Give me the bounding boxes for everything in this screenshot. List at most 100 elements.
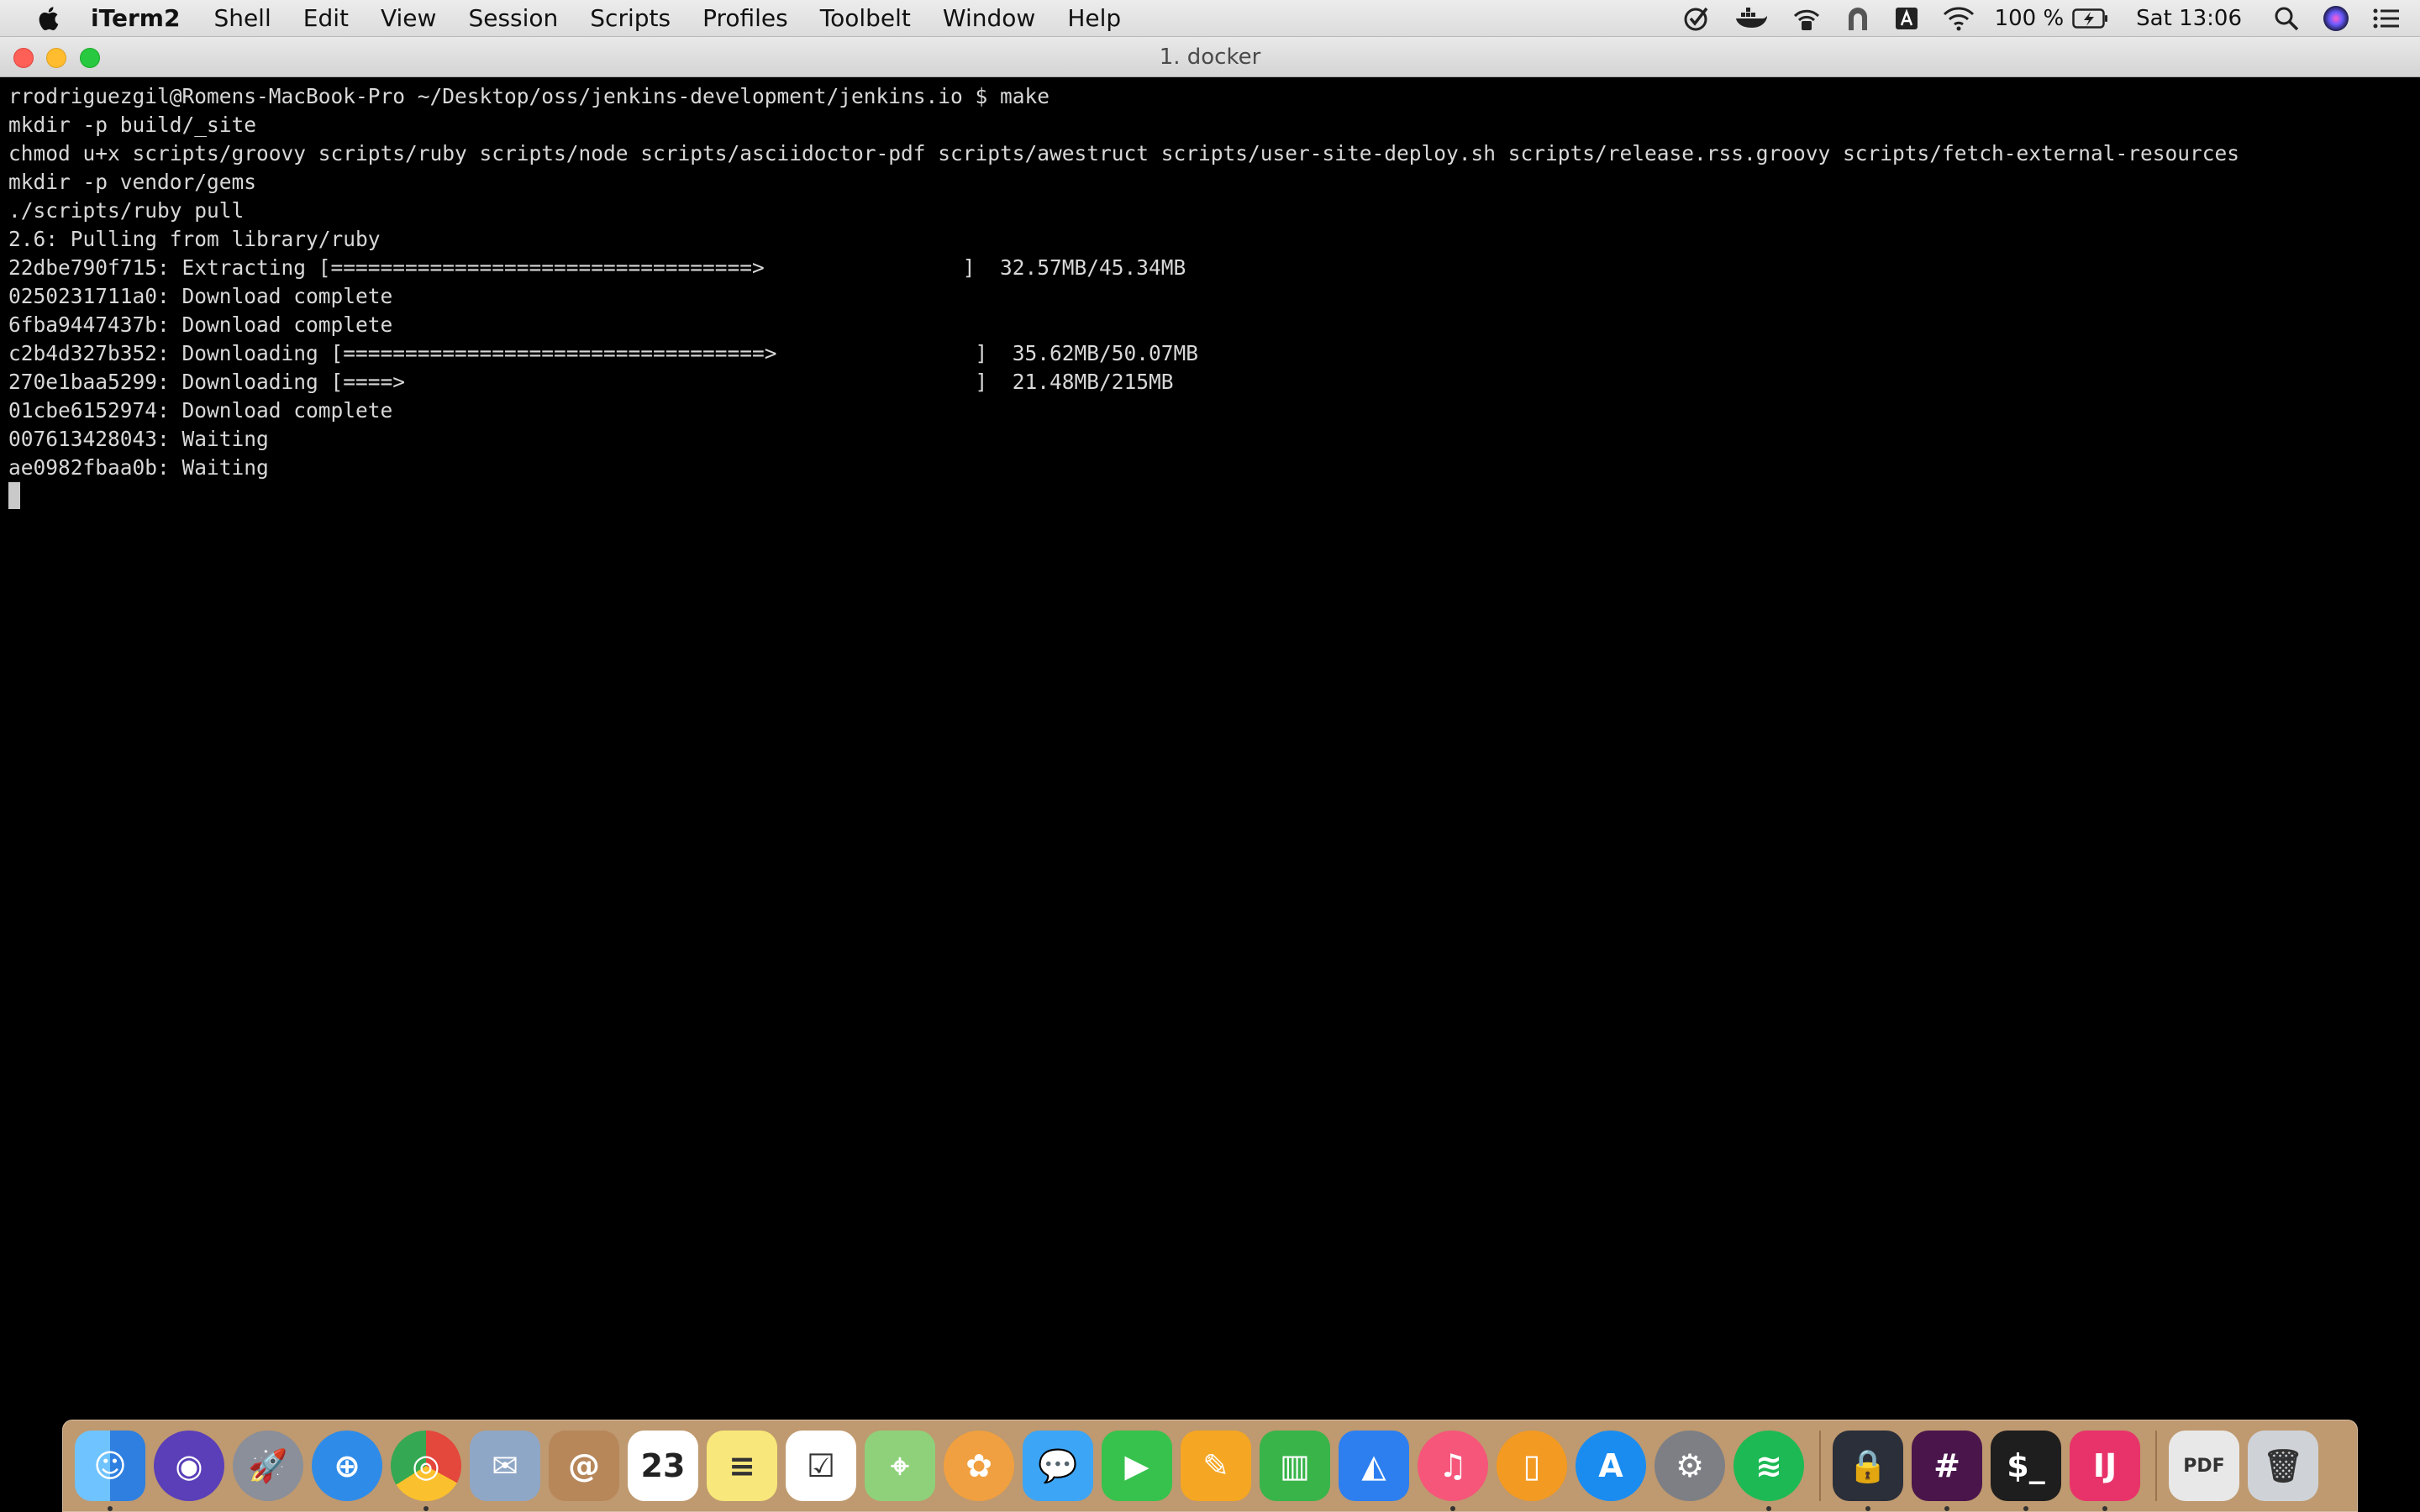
running-indicator: [1450, 1506, 1455, 1511]
running-indicator: [2102, 1506, 2107, 1511]
slack-glyph: #: [1933, 1447, 1960, 1484]
books-glyph: ▯: [1523, 1447, 1541, 1484]
menu-window[interactable]: Window: [943, 0, 1035, 37]
keynote-icon[interactable]: ◭: [1339, 1431, 1409, 1501]
contacts-glyph: @: [568, 1447, 600, 1484]
trash-icon[interactable]: 🗑: [2248, 1431, 2318, 1501]
intellij-icon[interactable]: IJ: [2070, 1431, 2140, 1511]
mail-stamp-icon[interactable]: ✉: [470, 1431, 540, 1501]
terminal-cursor: [8, 482, 20, 509]
terminal-glyph: $_: [2007, 1447, 2045, 1484]
terminal-line-layer-progress: 22dbe790f715: Extracting [==============…: [8, 255, 1186, 280]
menu-view[interactable]: View: [381, 0, 436, 37]
monitor-a-icon[interactable]: [1894, 0, 1919, 37]
terminal-icon[interactable]: $_: [1991, 1431, 2061, 1511]
terminal-line-layer-status: 6fba9447437b: Download complete: [8, 312, 393, 337]
menu-scripts[interactable]: Scripts: [590, 0, 671, 37]
contacts-icon[interactable]: @: [549, 1431, 619, 1501]
docker-whale-icon[interactable]: [1734, 0, 1768, 37]
terminal-line-layer-status: 0250231711a0: Download complete: [8, 284, 393, 308]
battery-percent[interactable]: 100 %: [1995, 6, 2065, 31]
facetime-glyph: ▶: [1124, 1447, 1150, 1484]
siri-icon[interactable]: ◉: [154, 1431, 224, 1501]
facetime-icon[interactable]: ▶: [1102, 1431, 1172, 1501]
siri-icon[interactable]: [2323, 0, 2349, 37]
terminal-line: 2.6: Pulling from library/ruby: [8, 227, 381, 251]
tunnel-icon[interactable]: [1845, 0, 1870, 37]
list-icon[interactable]: [2373, 0, 2400, 37]
apple-logo-icon[interactable]: [35, 4, 60, 33]
menu-bar: iTerm2 Shell Edit View Session Scripts P…: [0, 0, 2420, 37]
dock: ☺ ◉ 🚀 ⊕ ◎ ✉ @23 ≡ ☑ ⌖ ✿ 💬 ▶ ✎ ▥ ◭ ♫ ▯ A ⚙ ≋ 🔒 # $_ IJ PDF 🗑: [62, 1420, 2358, 1512]
search-icon[interactable]: [2274, 0, 2299, 37]
numbers-icon[interactable]: ▥: [1260, 1431, 1330, 1501]
books-icon[interactable]: ▯: [1497, 1431, 1567, 1501]
menu-edit[interactable]: Edit: [303, 0, 349, 37]
safari-icon[interactable]: ⊕: [312, 1431, 382, 1501]
menu-app-name[interactable]: iTerm2: [91, 0, 180, 37]
terminal-line-layer-status: 007613428043: Waiting: [8, 427, 269, 451]
menu-help[interactable]: Help: [1067, 0, 1121, 37]
window-title-bar: 1. docker: [0, 37, 2420, 77]
wifi-lock-app-glyph: 🔒: [1848, 1446, 1888, 1484]
safari-glyph: ⊕: [334, 1447, 360, 1484]
running-indicator: [1766, 1506, 1771, 1511]
menu-toolbelt[interactable]: Toolbelt: [820, 0, 911, 37]
menu-shell[interactable]: Shell: [213, 0, 271, 37]
battery-charging-icon[interactable]: [2072, 0, 2109, 37]
reminders-glyph: ☑: [806, 1447, 836, 1484]
terminal-output[interactable]: rrodriguezgil@Romens-MacBook-Pro ~/Deskt…: [0, 77, 2420, 1418]
siri-glyph: ◉: [175, 1447, 203, 1484]
terminal-line: mkdir -p vendor/gems: [8, 170, 257, 194]
mail-stamp-glyph: ✉: [492, 1447, 518, 1484]
itunes-glyph: ♫: [1438, 1447, 1468, 1484]
documents-stack-icon[interactable]: PDF: [2169, 1431, 2239, 1501]
running-indicator: [1865, 1506, 1870, 1511]
photos-icon[interactable]: ✿: [944, 1431, 1014, 1501]
checkmark-circle-icon[interactable]: [1682, 0, 1711, 37]
chrome-glyph: ◎: [412, 1447, 440, 1484]
menu-profiles[interactable]: Profiles: [702, 0, 788, 37]
calendar-icon[interactable]: 23: [628, 1431, 698, 1501]
messages-icon[interactable]: 💬: [1023, 1431, 1093, 1501]
wifi-lock-icon[interactable]: [1791, 0, 1822, 37]
system-preferences-glyph: ⚙: [1675, 1447, 1705, 1484]
keynote-glyph: ◭: [1361, 1447, 1386, 1484]
calendar-glyph: 23: [640, 1447, 686, 1484]
terminal-cursor-line[interactable]: [8, 482, 2412, 511]
terminal-line-layer-status: 01cbe6152974: Download complete: [8, 398, 393, 423]
wifi-icon[interactable]: [1943, 0, 1975, 37]
finder-icon[interactable]: ☺: [75, 1431, 145, 1511]
photos-glyph: ✿: [965, 1447, 992, 1484]
reminders-icon[interactable]: ☑: [786, 1431, 856, 1501]
window-title: 1. docker: [1159, 45, 1261, 70]
slack-icon[interactable]: #: [1912, 1431, 1982, 1511]
menu-session[interactable]: Session: [468, 0, 558, 37]
system-preferences-icon[interactable]: ⚙: [1655, 1431, 1725, 1501]
app-store-glyph: A: [1598, 1447, 1623, 1484]
running-indicator: [424, 1506, 429, 1511]
menubar-clock[interactable]: Sat 13:06: [2136, 6, 2242, 31]
trash-glyph: 🗑: [2262, 1446, 2304, 1484]
finder-glyph: ☺: [93, 1447, 127, 1484]
chrome-icon[interactable]: ◎: [391, 1431, 461, 1511]
messages-glyph: 💬: [1038, 1446, 1078, 1484]
maps-glyph: ⌖: [891, 1446, 909, 1484]
running-indicator: [2023, 1506, 2028, 1511]
app-store-icon[interactable]: A: [1576, 1431, 1646, 1501]
maps-icon[interactable]: ⌖: [865, 1431, 935, 1501]
dock-separator: [2155, 1431, 2157, 1501]
spotify-icon[interactable]: ≋: [1733, 1431, 1804, 1511]
status-area: 100 % Sat 13:06: [1670, 0, 2420, 37]
wifi-lock-app-icon[interactable]: 🔒: [1833, 1431, 1903, 1511]
notes-glyph: ≡: [729, 1447, 755, 1484]
terminal-line-prompt: rrodriguezgil@Romens-MacBook-Pro ~/Deskt…: [8, 84, 1050, 108]
notes-icon[interactable]: ≡: [707, 1431, 777, 1501]
pages-glyph: ✎: [1202, 1447, 1229, 1484]
pages-icon[interactable]: ✎: [1181, 1431, 1251, 1501]
terminal-line: ./scripts/ruby pull: [8, 198, 245, 223]
itunes-icon[interactable]: ♫: [1418, 1431, 1488, 1511]
launchpad-glyph: 🚀: [248, 1446, 288, 1484]
launchpad-icon[interactable]: 🚀: [233, 1431, 303, 1501]
dock-separator: [1819, 1431, 1821, 1501]
